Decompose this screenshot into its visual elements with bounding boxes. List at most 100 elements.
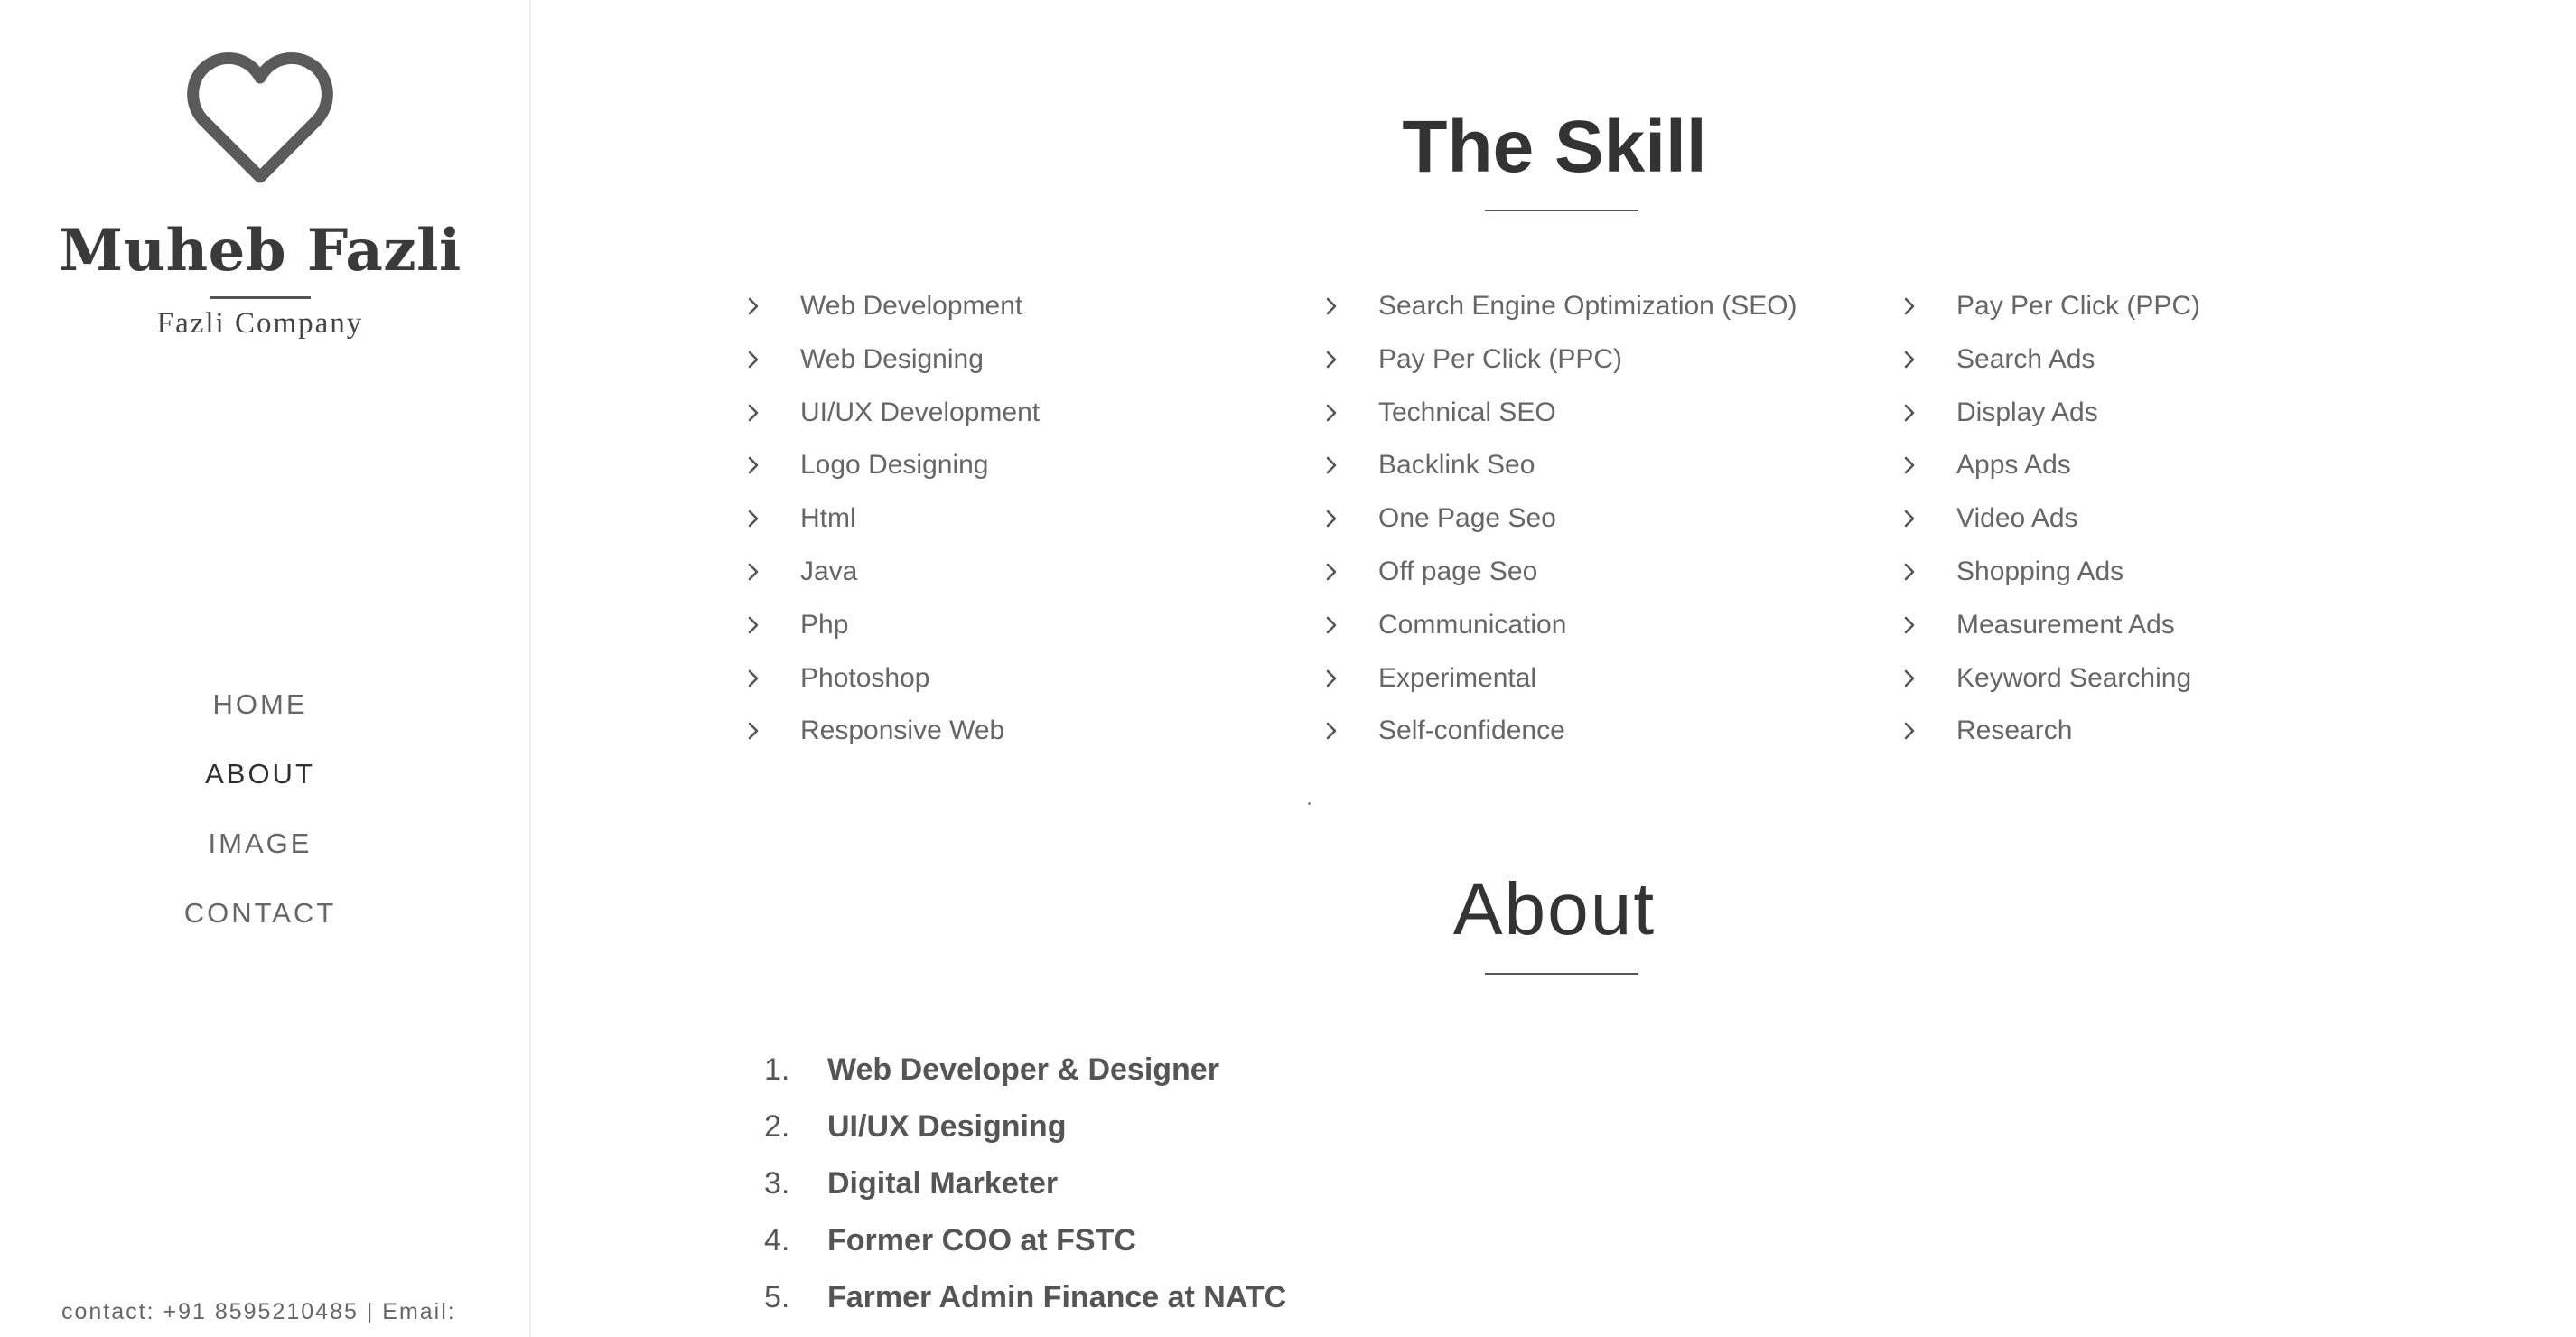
skill-label: Measurement Ads <box>1956 609 2175 640</box>
chevron-right-icon <box>748 669 759 687</box>
skill-item: Keyword Searching <box>1900 654 2200 707</box>
about-title-divider <box>1485 973 1638 975</box>
skill-item: Measurement Ads <box>1900 601 2200 654</box>
chevron-right-icon <box>1326 510 1337 528</box>
skill-item: Pay Per Click (PPC) <box>1322 335 1797 388</box>
nav-item-contact[interactable]: CONTACT <box>0 886 520 956</box>
skill-label: Communication <box>1378 609 1567 640</box>
skill-item: Off page Seo <box>1322 547 1797 601</box>
about-item: 1. Web Developer & Designer <box>764 1042 1286 1099</box>
skill-label: Technical SEO <box>1378 397 1556 427</box>
skill-label: Display Ads <box>1956 397 2098 427</box>
about-item-number: 4. <box>764 1223 790 1258</box>
chevron-right-icon <box>748 351 759 369</box>
chevron-right-icon <box>748 510 759 528</box>
skill-item: Responsive Web <box>744 706 1040 760</box>
about-item-number: 5. <box>764 1280 790 1314</box>
chevron-right-icon <box>1326 404 1337 421</box>
sidebar: Muheb Fazli Fazli Company HOME ABOUT IMA… <box>0 0 531 1337</box>
chevron-right-icon <box>1326 351 1337 369</box>
skill-item: Technical SEO <box>1322 388 1797 442</box>
chevron-right-icon <box>1904 723 1915 740</box>
chevron-right-icon <box>1326 723 1337 740</box>
skill-label: One Page Seo <box>1378 503 1556 534</box>
skill-label: Self-confidence <box>1378 715 1565 746</box>
skill-item: Java <box>744 547 1040 601</box>
skill-item: Self-confidence <box>1322 706 1797 760</box>
separator-dot <box>1308 802 1311 805</box>
skills-column-2: Search Engine Optimization (SEO) Pay Per … <box>1322 282 1797 760</box>
skill-label: Web Development <box>800 291 1023 321</box>
chevron-right-icon <box>1904 297 1915 315</box>
skill-item: Php <box>744 601 1040 654</box>
skill-item: Research <box>1900 706 2200 760</box>
brand-name[interactable]: Muheb Fazli <box>0 217 520 285</box>
about-item: 2. UI/UX Designing <box>764 1099 1286 1156</box>
chevron-right-icon <box>1326 669 1337 687</box>
skill-label: Backlink Seo <box>1378 450 1535 481</box>
main-nav: HOME ABOUT IMAGE CONTACT <box>0 678 520 956</box>
skill-label: Logo Designing <box>800 450 989 481</box>
skill-item: UI/UX Development <box>744 388 1040 442</box>
skill-label: Shopping Ads <box>1956 556 2124 586</box>
skill-label: Php <box>800 609 849 640</box>
chevron-right-icon <box>1326 457 1337 474</box>
about-item-number: 3. <box>764 1166 790 1201</box>
skill-label: Off page Seo <box>1378 556 1538 586</box>
skill-item: Apps Ads <box>1900 441 2200 494</box>
chevron-right-icon <box>748 457 759 474</box>
about-title: About <box>1452 868 1657 950</box>
about-item: 4. Former COO at FSTC <box>764 1213 1286 1270</box>
skill-label: Html <box>800 503 856 534</box>
contact-line: contact: +91 8595210485 | Email: <box>61 1299 456 1324</box>
skills-column-1: Web Development Web Designing UI/UX Develo… <box>744 282 1040 760</box>
chevron-right-icon <box>1904 457 1915 474</box>
skill-label: Video Ads <box>1956 503 2078 534</box>
skill-label: Search Engine Optimization (SEO) <box>1378 291 1797 321</box>
skill-label: Keyword Searching <box>1956 662 2192 693</box>
about-item: 3. Digital Marketer <box>764 1156 1286 1213</box>
skill-label: Experimental <box>1378 662 1537 693</box>
about-item: 5. Farmer Admin Finance at NATC <box>764 1270 1286 1327</box>
skill-item: Photoshop <box>744 654 1040 707</box>
page: Muheb Fazli Fazli Company HOME ABOUT IMA… <box>0 0 2576 1337</box>
skill-label: Pay Per Click (PPC) <box>1956 291 2201 321</box>
about-item-text: UI/UX Designing <box>827 1109 1067 1144</box>
skill-label: Search Ads <box>1956 343 2095 374</box>
chevron-right-icon <box>1326 297 1337 315</box>
skill-label: UI/UX Development <box>800 397 1041 427</box>
chevron-right-icon <box>1326 563 1337 581</box>
chevron-right-icon <box>1904 351 1915 369</box>
nav-item-home[interactable]: HOME <box>0 678 520 747</box>
skill-item: Web Development <box>744 282 1040 335</box>
about-item-text: Farmer Admin Finance at NATC <box>827 1280 1287 1314</box>
chevron-right-icon <box>748 563 759 581</box>
skill-label: Research <box>1956 715 2073 746</box>
skill-label: Java <box>800 556 858 586</box>
nav-item-image[interactable]: IMAGE <box>0 817 520 886</box>
chevron-right-icon <box>1904 669 1915 687</box>
skill-item: Backlink Seo <box>1322 441 1797 494</box>
about-item-text: Digital Marketer <box>827 1166 1059 1201</box>
skills-title-divider <box>1485 210 1638 211</box>
skill-item: Search Engine Optimization (SEO) <box>1322 282 1797 335</box>
skill-label: Photoshop <box>800 662 930 693</box>
skill-item: Logo Designing <box>744 441 1040 494</box>
skill-label: Web Designing <box>800 343 984 374</box>
skill-label: Apps Ads <box>1956 450 2071 481</box>
skill-item: Search Ads <box>1900 335 2200 388</box>
heart-outline-icon[interactable] <box>186 51 334 186</box>
chevron-right-icon <box>1904 563 1915 581</box>
skill-item: Display Ads <box>1900 388 2200 442</box>
main-content: The Skill Web Development Web Designing UI… <box>533 0 2576 1337</box>
chevron-right-icon <box>1326 616 1337 634</box>
skill-item: Html <box>744 494 1040 547</box>
chevron-right-icon <box>748 297 759 315</box>
nav-item-about[interactable]: ABOUT <box>0 747 520 817</box>
skill-item: Shopping Ads <box>1900 547 2200 601</box>
skill-item: Web Designing <box>744 335 1040 388</box>
brand-divider <box>210 296 311 299</box>
chevron-right-icon <box>1904 510 1915 528</box>
skills-column-3: Pay Per Click (PPC) Search Ads Display Ads… <box>1900 282 2200 760</box>
about-item-text: Former COO at FSTC <box>827 1223 1136 1258</box>
